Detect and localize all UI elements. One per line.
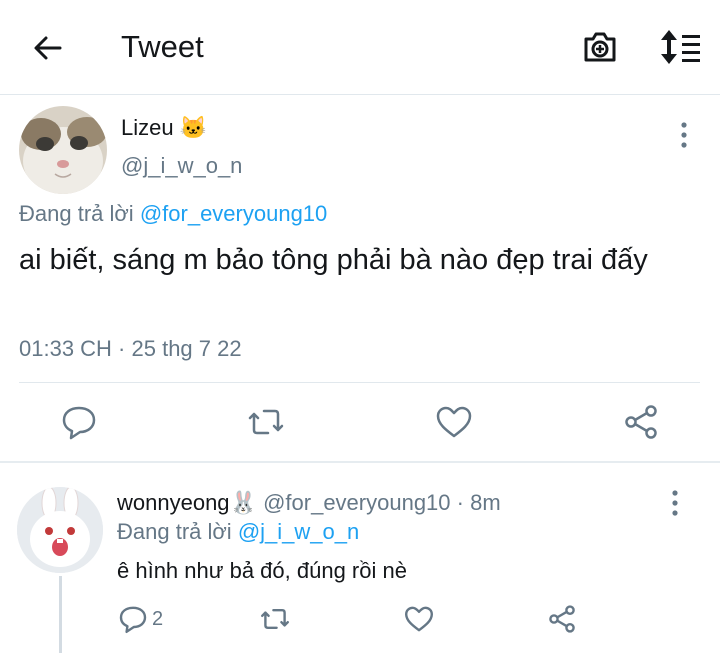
replying-to-link[interactable]: @j_i_w_o_n [238, 519, 359, 544]
reply-author-name[interactable]: wonnyeong [117, 490, 230, 515]
rabbit-emoji: 🐰 [229, 490, 257, 515]
like-icon[interactable] [434, 402, 474, 442]
more-options-icon[interactable] [670, 490, 680, 516]
divider [19, 382, 700, 383]
sort-icon[interactable] [658, 27, 702, 67]
reply-count: 2 [152, 608, 164, 630]
top-bar: Tweet [0, 0, 720, 95]
tweet-timestamp[interactable]: 01:33 CH · 25 thg 7 22 [19, 336, 242, 362]
avatar[interactable] [17, 487, 103, 573]
more-options-icon[interactable] [679, 122, 689, 148]
author-name[interactable]: Lizeu 🐱 [121, 115, 207, 141]
reply-icon[interactable] [59, 402, 99, 442]
reply-author-line: wonnyeong🐰 @for_everyoung10 · 8m [117, 490, 501, 516]
cat-emoji: 🐱 [179, 115, 208, 140]
replying-to: Đang trả lời @for_everyoung10 [19, 201, 328, 226]
share-icon[interactable] [621, 402, 661, 442]
camera-icon[interactable] [580, 27, 620, 67]
page-title: Tweet [121, 29, 204, 64]
replying-to: Đang trả lời @j_i_w_o_n [117, 519, 360, 544]
like-icon[interactable] [403, 603, 435, 635]
author-handle[interactable]: @j_i_w_o_n [121, 153, 242, 179]
reply-icon[interactable] [117, 603, 149, 635]
reply-author-handle[interactable]: @for_everyoung10 [263, 490, 450, 515]
tweet-text: ai biết, sáng m bảo tông phải bà nào đẹp… [19, 244, 648, 276]
replying-to-link[interactable]: @for_everyoung10 [140, 201, 327, 226]
retweet-icon[interactable] [246, 402, 286, 442]
section-separator [0, 461, 720, 463]
reply-text: ê hình như bả đó, đúng rồi nè [117, 558, 407, 583]
back-arrow-icon[interactable] [30, 30, 66, 66]
avatar[interactable] [19, 106, 107, 194]
retweet-icon[interactable] [259, 603, 291, 635]
share-icon[interactable] [546, 603, 578, 635]
reply-time: · 8m [456, 490, 501, 515]
thread-line [59, 576, 62, 653]
